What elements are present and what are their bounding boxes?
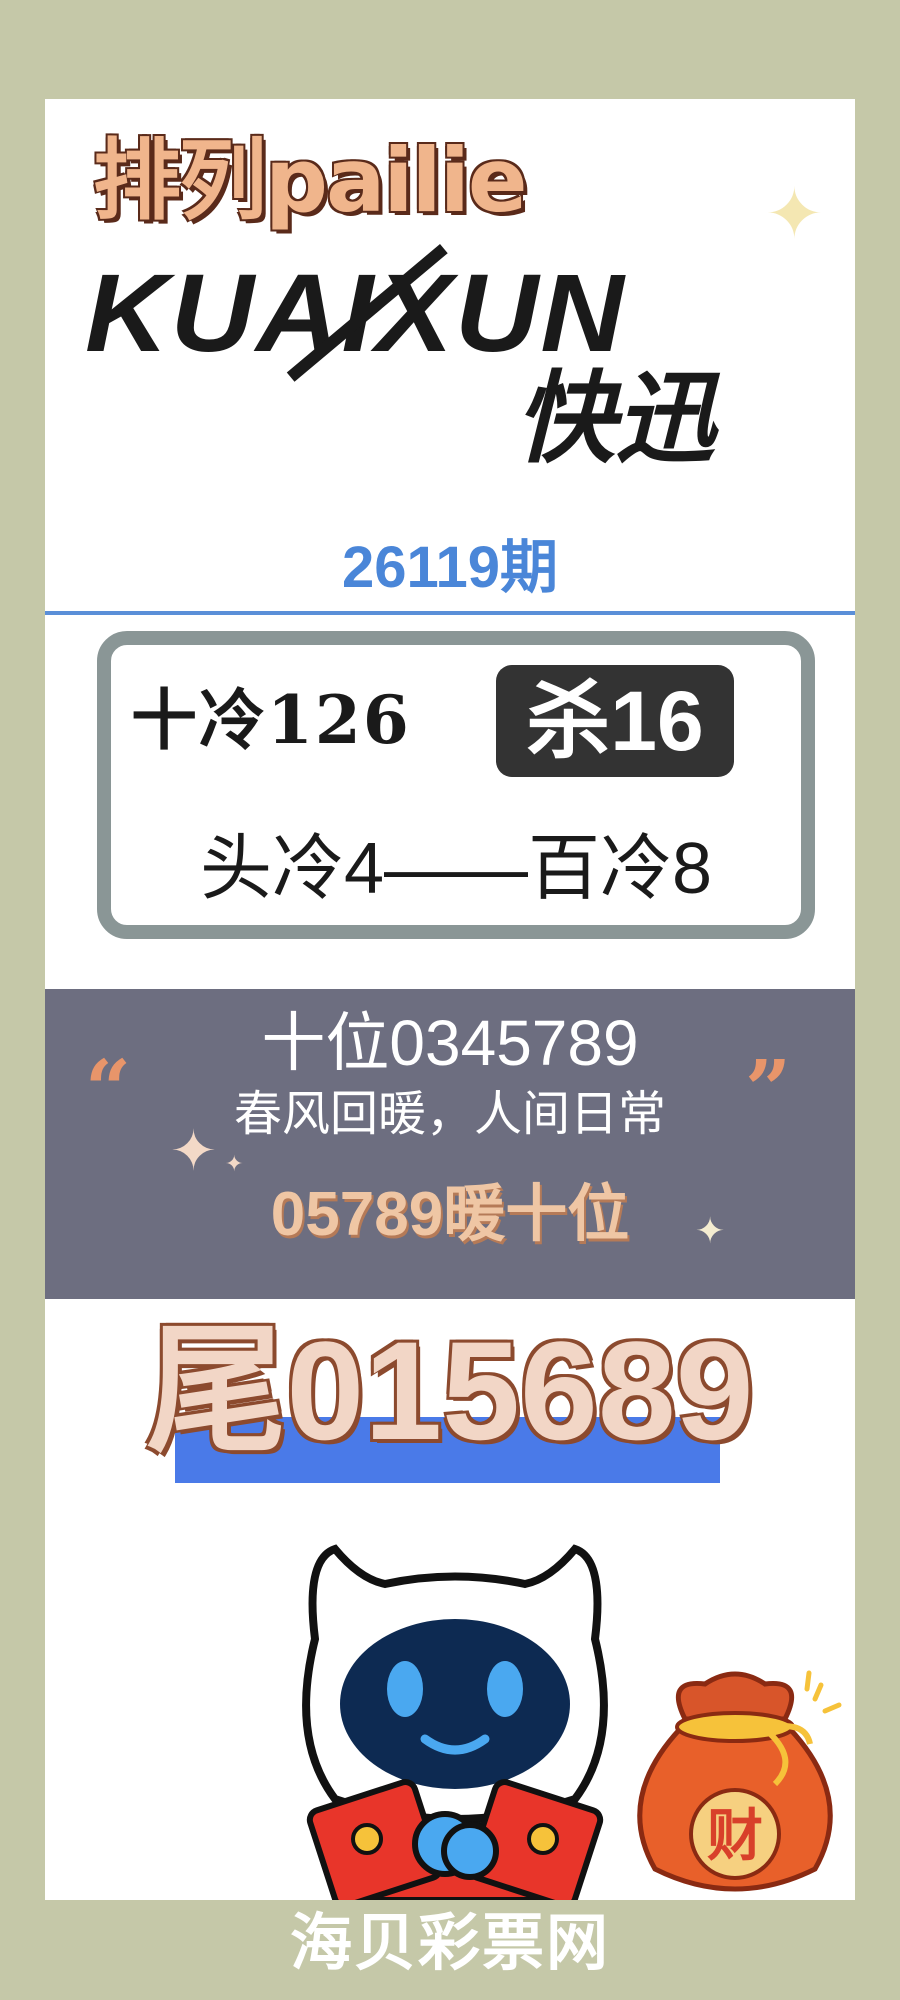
money-bag-icon: 财	[637, 1670, 842, 1892]
warm-ten-position-text: 05789暖十位	[270, 1180, 630, 1249]
sparkle-small-icon: ✦	[225, 1152, 244, 1177]
issue-divider	[45, 611, 855, 615]
sparkle-icon: ✦	[695, 1211, 726, 1252]
brand-title-cn: 排列pailie	[93, 129, 528, 232]
poster-card: 排列pailie KUAIXUN 快迅 ✦ 26119期 十冷126 杀16 头…	[45, 99, 855, 1900]
sparkle-icon: ✦	[170, 1119, 217, 1184]
money-bag-label: 财	[707, 1804, 763, 1869]
kill-badge: 杀16	[496, 665, 734, 777]
sparkle-icon: ✦	[765, 173, 824, 255]
quote-band: “ ” 十位0345789 春风回暖，人间日常 05789暖十位 ✦ ✦ ✦	[45, 989, 855, 1299]
footer-site-name: 海贝彩票网	[289, 1906, 610, 1979]
kill-number-box: 十冷126 杀16 头冷4——百冷8	[97, 631, 815, 939]
quote-subtitle: 春风回暖，人间日常	[233, 1088, 666, 1141]
ten-cold-text: 十冷126	[131, 681, 411, 759]
mascot-illustration	[302, 1544, 608, 1900]
ten-position-title: 十位0345789	[261, 1007, 639, 1079]
brand-subtitle-cn: 快迅	[515, 360, 715, 477]
head-hundred-cold-text: 头冷4——百冷8	[199, 829, 713, 909]
issue-number: 26119期	[341, 535, 559, 600]
tail-digits: 尾015689	[146, 1312, 754, 1469]
